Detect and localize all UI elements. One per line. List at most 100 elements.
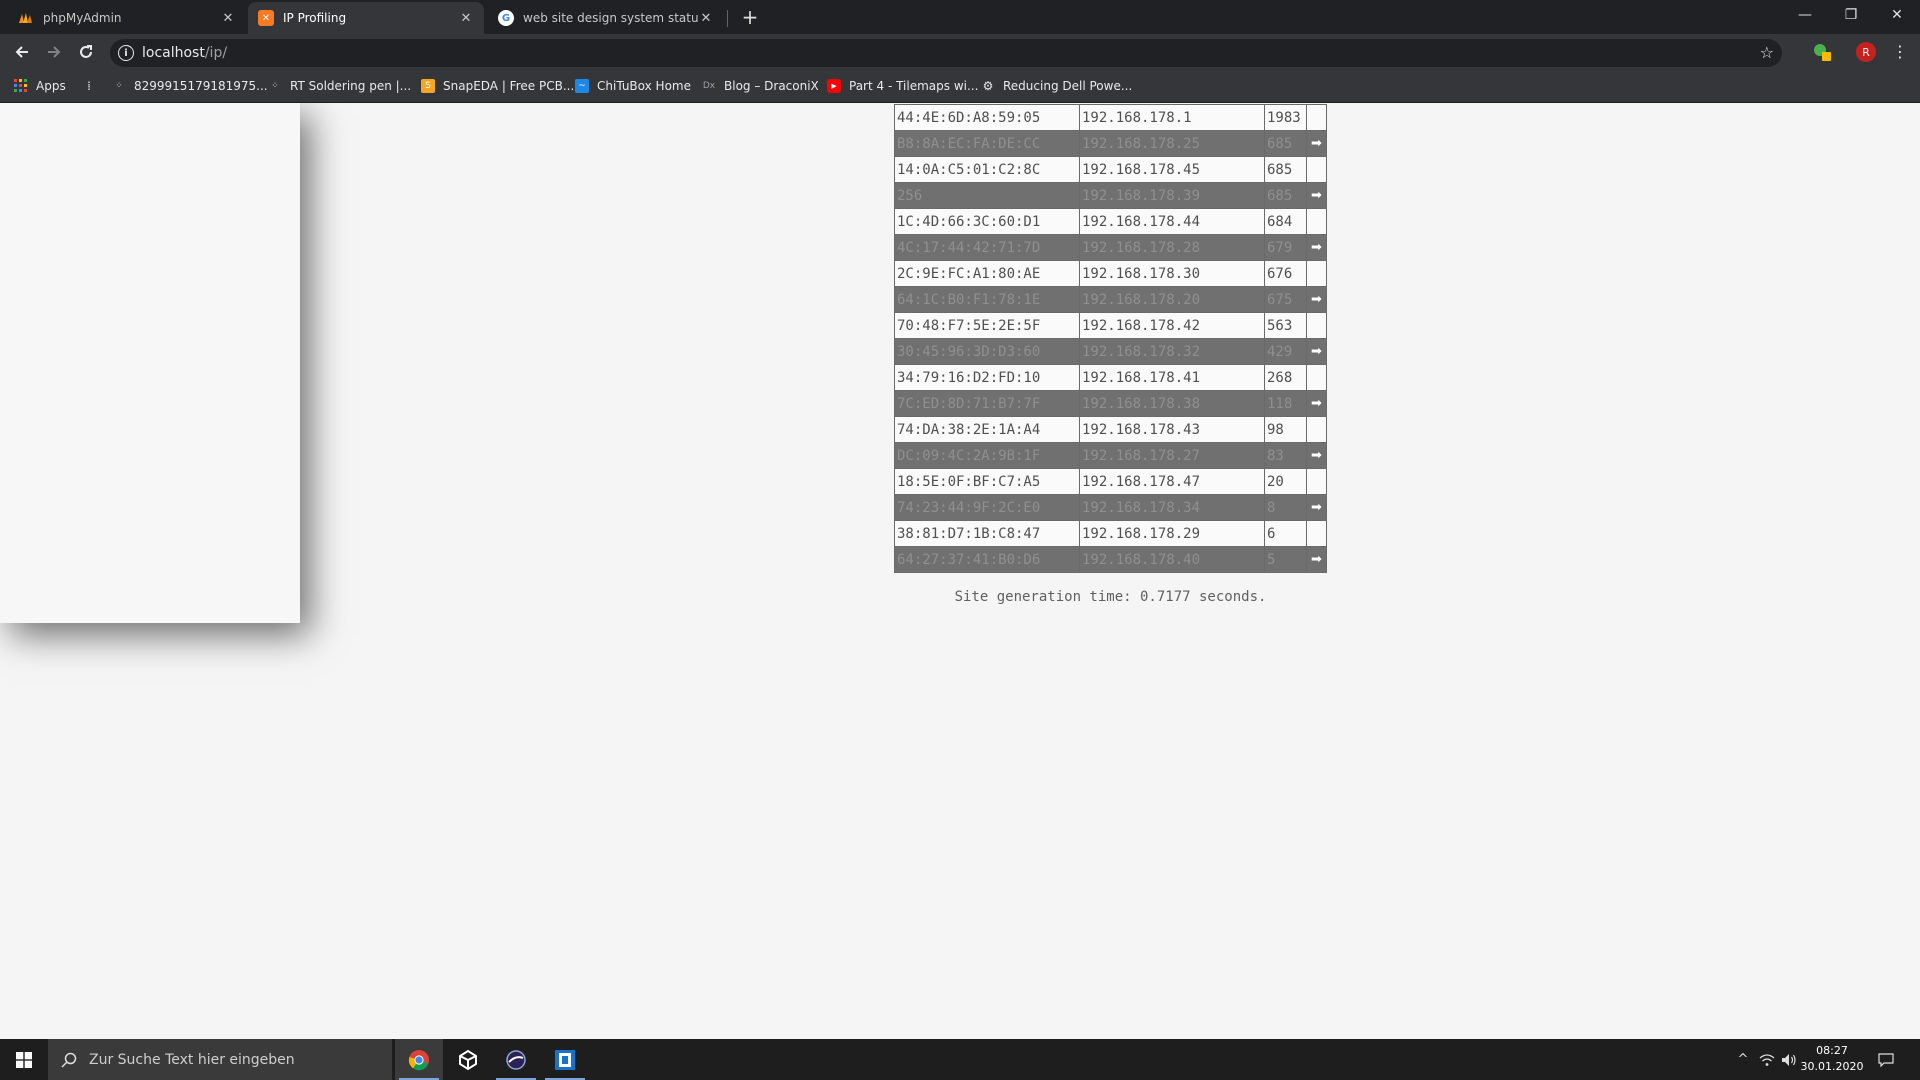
close-window-button[interactable]: ✕	[1874, 0, 1920, 30]
mac-address-cell: 38:81:D7:1B:C8:47	[894, 520, 1080, 547]
bookmark-item[interactable]: ▶ Part 4 - Tilemaps wi...	[827, 77, 978, 95]
action-cell[interactable]: ➡	[1306, 286, 1327, 313]
network-icon[interactable]	[1756, 1039, 1778, 1080]
table-row: 14:0A:C5:01:C2:8C 192.168.178.45 685	[894, 156, 1327, 183]
apps-grid-icon	[14, 79, 28, 93]
mac-address-cell: 64:1C:B0:F1:78:1E	[894, 286, 1080, 313]
hit-count-cell: 685	[1264, 156, 1307, 183]
bookmark-item[interactable]: S SnapEDA | Free PCB...	[421, 77, 574, 95]
mac-address-cell: 70:48:F7:5E:2E:5F	[894, 312, 1080, 339]
action-cell	[1306, 416, 1327, 443]
table-row: 2C:9E:FC:A1:80:AE 192.168.178.30 676	[894, 260, 1327, 287]
action-cell[interactable]: ➡	[1306, 390, 1327, 417]
mac-address-cell: 256	[894, 182, 1080, 209]
taskbar-app-unity[interactable]	[444, 1039, 492, 1080]
xampp-icon: ✕	[258, 10, 274, 26]
forward-button[interactable]	[40, 38, 68, 66]
back-button[interactable]	[8, 38, 36, 66]
table-row: 256 192.168.178.39 685 ➡	[894, 182, 1327, 209]
close-tab-icon[interactable]: ✕	[698, 11, 714, 26]
tab-ip-profiling[interactable]: ✕ IP Profiling ✕	[248, 2, 484, 34]
bookmark-label: 8299915179181975...	[134, 79, 268, 93]
action-cell[interactable]: ➡	[1306, 546, 1327, 573]
action-cell[interactable]: ➡	[1306, 234, 1327, 261]
mac-address-cell: 44:4E:6D:A8:59:05	[894, 104, 1080, 131]
minimize-button[interactable]: —	[1782, 0, 1828, 30]
reload-button[interactable]	[72, 38, 100, 66]
close-tab-icon[interactable]: ✕	[220, 11, 236, 26]
arrow-right-icon[interactable]: ➡	[1311, 500, 1322, 515]
bookmark-item[interactable]: ⁘ RT Soldering pen |...	[268, 77, 411, 95]
bookmark-star-icon[interactable]: ☆	[1760, 43, 1774, 62]
ip-address-cell: 192.168.178.20	[1079, 286, 1265, 313]
search-icon	[61, 1052, 77, 1068]
arrow-right-icon[interactable]: ➡	[1311, 292, 1322, 307]
bookmark-label: Apps	[36, 79, 66, 93]
bookmark-apps[interactable]: Apps	[14, 77, 66, 95]
arrow-right-icon[interactable]: ➡	[1311, 396, 1322, 411]
arrow-right-icon[interactable]: ➡	[1311, 188, 1322, 203]
action-cell	[1306, 208, 1327, 235]
table-row: 18:5E:0F:BF:C7:A5 192.168.178.47 20	[894, 468, 1327, 495]
action-cell[interactable]: ➡	[1306, 494, 1327, 521]
action-cell[interactable]: ➡	[1306, 338, 1327, 365]
taskbar-app-eclipse[interactable]	[492, 1039, 540, 1080]
side-panel	[0, 103, 300, 623]
profile-avatar[interactable]: R	[1856, 42, 1876, 62]
action-cell[interactable]: ➡	[1306, 182, 1327, 209]
bookmark-item[interactable]: ⁘ 8299915179181975...	[112, 77, 268, 95]
arrow-right-icon[interactable]: ➡	[1311, 240, 1322, 255]
browser-toolbar: i localhost/ip/ ☆ R ⋮	[0, 34, 1920, 70]
back-arrow-icon	[15, 46, 28, 58]
tab-google-search[interactable]: G web site design system status - G ✕	[488, 2, 724, 34]
volume-icon[interactable]	[1778, 1039, 1800, 1080]
reload-icon	[80, 45, 92, 58]
taskbar-search[interactable]: Zur Suche Text hier eingeben	[48, 1039, 392, 1080]
forward-arrow-icon	[48, 46, 61, 58]
action-cell[interactable]: ➡	[1306, 442, 1327, 469]
bookmark-folder-icon: ⁞	[87, 79, 91, 93]
ip-address-cell: 192.168.178.34	[1079, 494, 1265, 521]
close-tab-icon[interactable]: ✕	[458, 11, 474, 26]
restore-button[interactable]: ❐	[1828, 0, 1874, 30]
table-row: 1C:4D:66:3C:60:D1 192.168.178.44 684	[894, 208, 1327, 235]
tray-overflow-icon[interactable]: ^	[1732, 1039, 1754, 1080]
mac-address-cell: 74:DA:38:2E:1A:A4	[894, 416, 1080, 443]
address-bar[interactable]: i localhost/ip/ ☆	[110, 39, 1782, 67]
chrome-icon	[408, 1049, 429, 1070]
site-info-icon[interactable]: i	[118, 45, 134, 61]
arrow-right-icon[interactable]: ➡	[1311, 344, 1322, 359]
more-menu-icon[interactable]: ⋮	[1890, 42, 1910, 62]
mac-address-cell: 7C:ED:8D:71:B7:7F	[894, 390, 1080, 417]
mac-address-cell: 34:79:16:D2:FD:10	[894, 364, 1080, 391]
hit-count-cell: 429	[1264, 338, 1307, 365]
arrow-right-icon[interactable]: ➡	[1311, 552, 1322, 567]
new-tab-button[interactable]: +	[737, 4, 763, 30]
tab-phpmyadmin[interactable]: phpMyAdmin ✕	[8, 2, 246, 34]
action-cell	[1306, 260, 1327, 287]
table-row: 34:79:16:D2:FD:10 192.168.178.41 268	[894, 364, 1327, 391]
table-row: B8:8A:EC:FA:DE:CC 192.168.178.25 685 ➡	[894, 130, 1327, 157]
bookmark-item[interactable]: Dx Blog – DraconiX	[702, 77, 819, 95]
mac-address-cell: DC:09:4C:2A:9B:1F	[894, 442, 1080, 469]
ip-address-cell: 192.168.178.28	[1079, 234, 1265, 261]
taskbar-app-window[interactable]	[541, 1039, 589, 1080]
ip-address-cell: 192.168.178.45	[1079, 156, 1265, 183]
arrow-right-icon[interactable]: ➡	[1311, 448, 1322, 463]
bookmark-item[interactable]: ⚙ Reducing Dell Powe...	[981, 77, 1133, 95]
taskbar-app-chrome[interactable]	[395, 1039, 443, 1080]
unity-icon	[459, 1049, 477, 1070]
url-host: localhost	[142, 45, 205, 61]
notifications-icon[interactable]	[1874, 1039, 1898, 1080]
extension-icon[interactable]	[1812, 42, 1832, 62]
tab-divider	[727, 10, 728, 27]
clock-time: 08:27	[1816, 1044, 1848, 1057]
ip-address-cell: 192.168.178.32	[1079, 338, 1265, 365]
action-cell[interactable]: ➡	[1306, 130, 1327, 157]
bookmark-item[interactable]: ~ ChiTuBox Home	[575, 77, 691, 95]
tab-title: web site design system status - G	[523, 11, 698, 25]
start-button[interactable]	[0, 1039, 48, 1080]
arrow-right-icon[interactable]: ➡	[1311, 136, 1322, 151]
taskbar-clock[interactable]: 08:27 30.01.2020	[1800, 1043, 1864, 1075]
bookmark-folder[interactable]: ⁞	[82, 77, 104, 95]
